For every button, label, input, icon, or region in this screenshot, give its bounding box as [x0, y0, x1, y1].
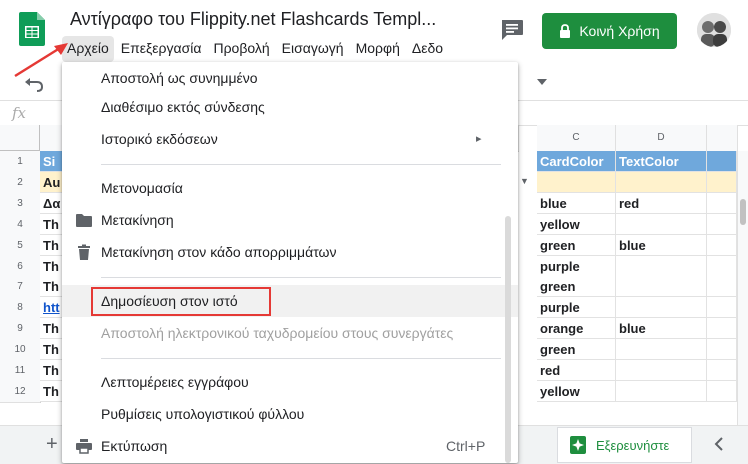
- menu-separator: [101, 358, 501, 359]
- row-header[interactable]: 2: [0, 172, 41, 194]
- vertical-scrollbar[interactable]: [737, 151, 748, 425]
- cell-c[interactable]: purple: [537, 297, 616, 318]
- cell-e[interactable]: [707, 235, 737, 256]
- lock-icon: [560, 24, 571, 38]
- menu-data[interactable]: Δεδο: [407, 36, 448, 62]
- explore-icon: [570, 436, 586, 454]
- menu-item-document-details[interactable]: Λεπτομέρειες εγγράφου: [62, 366, 518, 398]
- row-header[interactable]: 7: [0, 276, 41, 298]
- cell-c[interactable]: green: [537, 235, 616, 256]
- fx-label: fx: [12, 104, 27, 122]
- cell-e[interactable]: [707, 318, 737, 339]
- annotation-arrow-icon: [14, 43, 68, 78]
- comment-icon[interactable]: [500, 19, 524, 41]
- row-header[interactable]: 11: [0, 360, 41, 382]
- cell-d[interactable]: [616, 339, 707, 360]
- row-header[interactable]: 10: [0, 339, 41, 361]
- row-header[interactable]: 12: [0, 381, 41, 403]
- folder-icon: [76, 214, 92, 227]
- menu-edit[interactable]: Επεξεργασία: [116, 36, 207, 62]
- column-header-d[interactable]: D: [616, 125, 707, 152]
- cell-c[interactable]: CardColor: [537, 151, 616, 172]
- dropdown-caret-icon[interactable]: [537, 79, 547, 87]
- menu-item-offline[interactable]: Διαθέσιμο εκτός σύνδεσης: [62, 91, 518, 123]
- trash-icon: [78, 244, 90, 260]
- menu-item-rename[interactable]: Μετονομασία: [62, 172, 518, 204]
- row-header[interactable]: 8: [0, 297, 41, 319]
- cell-d[interactable]: red: [616, 193, 707, 214]
- cell-c[interactable]: [537, 172, 616, 193]
- cell-d[interactable]: [616, 214, 707, 235]
- cell-d[interactable]: [616, 172, 707, 193]
- cell-d[interactable]: [616, 256, 707, 277]
- chevron-left-icon[interactable]: [714, 437, 724, 451]
- explore-button[interactable]: Εξερευνήστε: [557, 427, 692, 463]
- avatar[interactable]: [697, 13, 731, 47]
- submenu-arrow-icon: ▸: [476, 133, 482, 145]
- highlight-box: [91, 287, 271, 316]
- share-label: Κοινή Χρήση: [579, 23, 660, 39]
- corner-cell[interactable]: [0, 125, 40, 151]
- column-header-c[interactable]: C: [537, 125, 616, 152]
- print-shortcut: Ctrl+P: [446, 438, 486, 454]
- row-header[interactable]: 4: [0, 214, 41, 236]
- cell-c[interactable]: green: [537, 339, 616, 360]
- document-title[interactable]: Αντίγραφο του Flippity.net Flashcards Te…: [70, 9, 436, 30]
- menu-item-send-as-attachment[interactable]: Αποστολή ως συνημμένο: [62, 62, 518, 94]
- cell-d[interactable]: TextColor: [616, 151, 707, 172]
- share-button[interactable]: Κοινή Χρήση: [542, 13, 677, 49]
- cell-c[interactable]: yellow: [537, 381, 616, 402]
- row-header[interactable]: 1: [0, 151, 41, 173]
- cell-c[interactable]: yellow: [537, 214, 616, 235]
- cell-d[interactable]: [616, 297, 707, 318]
- print-icon: [76, 439, 92, 454]
- cell-c[interactable]: purple: [537, 256, 616, 277]
- row-header[interactable]: 3: [0, 193, 41, 215]
- cell-d[interactable]: [616, 360, 707, 381]
- file-menu-dropdown: Αποστολή ως συνημμένο Διαθέσιμο εκτός σύ…: [62, 62, 518, 463]
- cell-c[interactable]: blue: [537, 193, 616, 214]
- menu-separator: [101, 277, 501, 278]
- cell-e[interactable]: [707, 151, 737, 172]
- cell-d[interactable]: [616, 381, 707, 402]
- add-sheet-button[interactable]: +: [46, 433, 58, 456]
- menu-view[interactable]: Προβολή: [208, 36, 274, 62]
- menu-item-move-to-trash[interactable]: Μετακίνηση στον κάδο απορριμμάτων: [62, 236, 518, 268]
- menu-item-print[interactable]: Εκτύπωση Ctrl+P: [62, 430, 518, 462]
- cell-e[interactable]: [707, 214, 737, 235]
- row-header[interactable]: 9: [0, 318, 41, 340]
- cell-e[interactable]: [707, 339, 737, 360]
- menu-insert[interactable]: Εισαγωγή: [277, 36, 349, 62]
- cell-e[interactable]: [707, 172, 737, 193]
- avatar-photo: [697, 13, 731, 47]
- menu-item-email-collaborators: Αποστολή ηλεκτρονικού ταχυδρομείου στους…: [101, 325, 454, 341]
- cell-c[interactable]: red: [537, 360, 616, 381]
- scrollbar-thumb[interactable]: [740, 199, 746, 225]
- menu-separator: [101, 164, 501, 165]
- cell-d[interactable]: blue: [616, 235, 707, 256]
- cell-dropdown-icon[interactable]: ▼: [520, 176, 529, 186]
- cell-c[interactable]: green: [537, 276, 616, 297]
- cell-c[interactable]: orange: [537, 318, 616, 339]
- cell-e[interactable]: [707, 297, 737, 318]
- row-header[interactable]: 5: [0, 235, 41, 257]
- cell-e[interactable]: [707, 381, 737, 402]
- column-header-e[interactable]: [707, 125, 738, 152]
- cell-d[interactable]: blue: [616, 318, 707, 339]
- row-header[interactable]: 6: [0, 256, 41, 278]
- cell-e[interactable]: [707, 360, 737, 381]
- menu-item-spreadsheet-settings[interactable]: Ρυθμίσεις υπολογιστικού φύλλου: [62, 398, 518, 430]
- cell-e[interactable]: [707, 256, 737, 277]
- cell-d[interactable]: [616, 276, 707, 297]
- menu-item-move[interactable]: Μετακίνηση: [62, 204, 518, 236]
- cell-e[interactable]: [707, 193, 737, 214]
- menu-scrollbar[interactable]: [505, 216, 511, 463]
- menu-item-version-history[interactable]: Ιστορικό εκδόσεων ▸: [62, 123, 518, 155]
- explore-label: Εξερευνήστε: [596, 437, 670, 453]
- cell-e[interactable]: [707, 276, 737, 297]
- menu-format[interactable]: Μορφή: [351, 36, 405, 62]
- menu-bar: Αρχείο Επεξεργασία Προβολή Εισαγωγή Μορφ…: [62, 36, 450, 62]
